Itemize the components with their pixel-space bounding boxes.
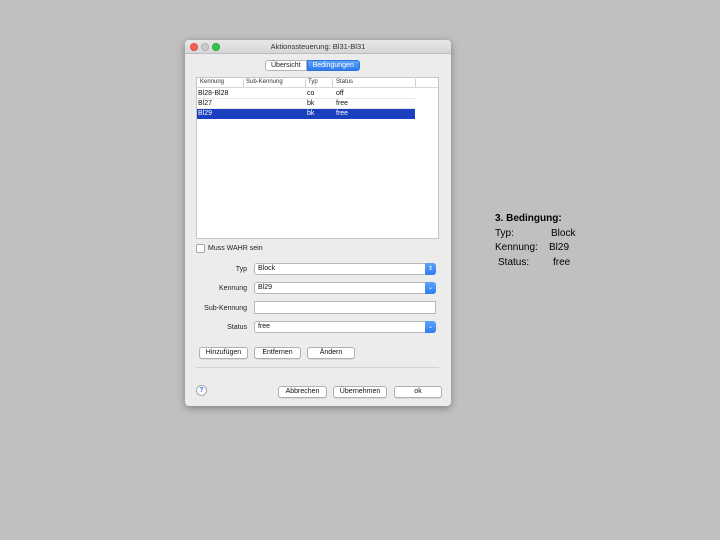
muss-wahr-checkbox[interactable] bbox=[196, 244, 205, 253]
kennung-select[interactable]: Bl29 ⌄ bbox=[254, 282, 436, 294]
note-status-value: free bbox=[553, 256, 571, 268]
chevron-down-icon: ⌄ bbox=[425, 282, 436, 294]
column-header-sub-kennung[interactable]: Sub-Kennung bbox=[246, 79, 283, 85]
note-typ-row: Typ: Block bbox=[495, 227, 575, 242]
cell-kennung: Bl29 bbox=[198, 110, 213, 117]
aendern-button[interactable]: Ändern bbox=[307, 347, 355, 359]
cell-kennung: Bl28-Bl28 bbox=[198, 90, 229, 97]
cell-typ: bk bbox=[307, 110, 315, 117]
cell-status: off bbox=[336, 90, 344, 97]
note-kennung-row: Kennung: Bl29 bbox=[495, 241, 569, 256]
column-divider bbox=[332, 79, 333, 87]
window-title: Aktionssteuerung: Bl31-Bl31 bbox=[270, 42, 366, 51]
table-row[interactable]: Bl28-Bl28 co off bbox=[197, 89, 415, 99]
updown-arrows-icon: ⇕ bbox=[425, 263, 436, 275]
column-header-typ[interactable]: Typ bbox=[308, 79, 318, 85]
cell-status: free bbox=[336, 100, 349, 107]
column-divider bbox=[415, 79, 416, 87]
note-status-row: Status: free bbox=[495, 256, 570, 271]
dialog-window: Aktionssteuerung: Bl31-Bl31 Übersicht Be… bbox=[185, 40, 451, 406]
note-status-label: Status: bbox=[498, 256, 530, 268]
sub-kennung-input[interactable] bbox=[254, 301, 436, 314]
title-bar[interactable]: Aktionssteuerung: Bl31-Bl31 bbox=[185, 40, 451, 54]
table-row-selected[interactable]: Bl29 bk free bbox=[197, 109, 415, 119]
tab-uebersicht[interactable]: Übersicht bbox=[265, 60, 307, 71]
help-icon[interactable]: ? bbox=[196, 385, 207, 396]
typ-select[interactable]: Block ⇕ bbox=[254, 263, 436, 275]
table-header: Kennung Sub-Kennung Typ Status bbox=[197, 78, 438, 88]
note-kennung-label: Kennung: bbox=[495, 242, 538, 253]
column-header-kennung[interactable]: Kennung bbox=[200, 79, 224, 85]
cell-typ: bk bbox=[307, 100, 315, 107]
muss-wahr-label[interactable]: Muss WAHR sein bbox=[208, 245, 263, 252]
status-select-value: free bbox=[258, 323, 271, 330]
group-divider bbox=[196, 367, 439, 368]
note-typ-label: Typ: bbox=[495, 227, 514, 239]
column-divider bbox=[243, 79, 244, 87]
note-typ-value: Block bbox=[551, 227, 576, 239]
status-label: Status bbox=[227, 324, 247, 331]
note-heading: 3. Bedingung: bbox=[495, 213, 562, 224]
typ-label: Typ bbox=[235, 266, 247, 273]
kennung-select-value: Bl29 bbox=[258, 284, 273, 291]
entfernen-button[interactable]: Entfernen bbox=[254, 347, 301, 359]
cell-kennung: Bl27 bbox=[198, 100, 213, 107]
kennung-label: Kennung bbox=[218, 285, 247, 292]
sub-kennung-label: Sub-Kennung bbox=[204, 305, 247, 312]
cell-status: free bbox=[336, 110, 349, 117]
table-row[interactable]: Bl27 bk free bbox=[197, 99, 415, 109]
note-kennung-value: Bl29 bbox=[549, 242, 570, 253]
conditions-table[interactable]: Kennung Sub-Kennung Typ Status Bl28-Bl28… bbox=[196, 77, 439, 239]
column-header-status[interactable]: Status bbox=[336, 79, 353, 85]
ok-button[interactable]: ok bbox=[394, 386, 442, 398]
tab-bedingungen[interactable]: Bedingungen bbox=[306, 60, 360, 71]
condition-note: 3. Bedingung: Typ: Block Kennung: Bl29 S… bbox=[495, 212, 575, 271]
uebernehmen-button[interactable]: Übernehmen bbox=[333, 386, 387, 398]
column-divider bbox=[305, 79, 306, 87]
hinzufuegen-button[interactable]: Hinzufügen bbox=[199, 347, 248, 359]
status-select[interactable]: free ⌄ bbox=[254, 321, 436, 333]
cell-typ: co bbox=[307, 90, 315, 97]
chevron-down-icon: ⌄ bbox=[425, 321, 436, 333]
abbrechen-button[interactable]: Abbrechen bbox=[278, 386, 327, 398]
typ-select-value: Block bbox=[258, 265, 276, 272]
tab-bar: Übersicht Bedingungen bbox=[265, 60, 360, 71]
